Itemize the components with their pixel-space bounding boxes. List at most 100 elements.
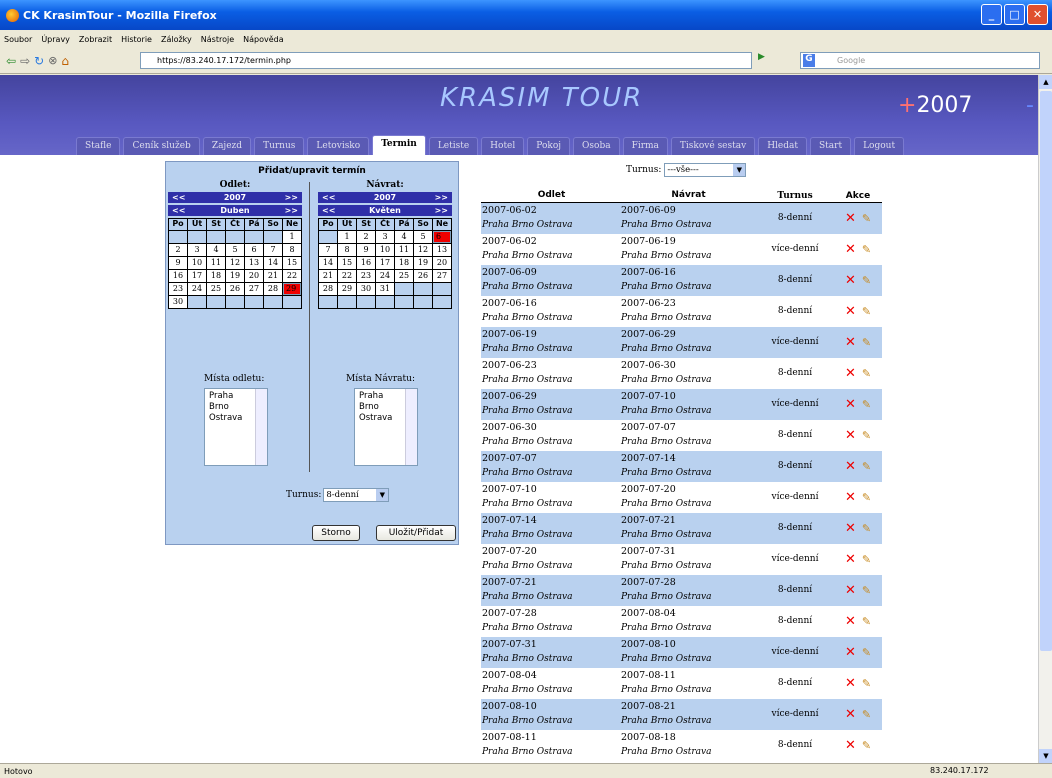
day-cell[interactable]: 8 [338, 244, 356, 256]
tab-7[interactable]: Hotel [481, 137, 525, 155]
day-cell[interactable]: 5 [226, 244, 244, 256]
menu-item-1[interactable]: Úpravy [41, 35, 70, 44]
stop-icon[interactable]: ⊗ [48, 54, 57, 67]
prev-month-button[interactable]: << [322, 206, 335, 215]
tab-9[interactable]: Osoba [573, 137, 620, 155]
day-cell[interactable]: 24 [188, 283, 206, 295]
delete-icon[interactable]: ✕ [845, 242, 856, 257]
day-cell[interactable]: 7 [319, 244, 337, 256]
day-cell[interactable]: 23 [169, 283, 187, 295]
day-cell[interactable]: 20 [245, 270, 263, 282]
next-month-button[interactable]: >> [435, 206, 448, 215]
maximize-button[interactable]: □ [1004, 4, 1025, 25]
home-icon[interactable]: ⌂ [61, 54, 69, 68]
menu-item-3[interactable]: Historie [121, 35, 152, 44]
edit-icon[interactable]: ✎ [862, 708, 871, 721]
delete-icon[interactable]: ✕ [845, 614, 856, 629]
edit-icon[interactable]: ✎ [862, 522, 871, 535]
tab-8[interactable]: Pokoj [527, 137, 571, 155]
menu-item-4[interactable]: Záložky [161, 35, 192, 44]
day-cell[interactable]: 7 [264, 244, 282, 256]
day-cell[interactable]: 28 [264, 283, 282, 295]
day-cell[interactable]: 24 [376, 270, 394, 282]
day-cell[interactable]: 18 [207, 270, 225, 282]
delete-icon[interactable]: ✕ [845, 335, 856, 350]
edit-icon[interactable]: ✎ [862, 305, 871, 318]
day-cell[interactable]: 17 [188, 270, 206, 282]
search-input[interactable]: G Google [800, 52, 1040, 69]
day-cell[interactable]: 5 [414, 231, 432, 243]
day-cell[interactable]: 14 [319, 257, 337, 269]
next-year-button[interactable]: >> [285, 193, 298, 202]
day-cell[interactable]: 8 [283, 244, 301, 256]
day-cell[interactable]: 25 [395, 270, 413, 282]
day-cell[interactable]: 1 [283, 231, 301, 243]
day-cell[interactable]: 17 [376, 257, 394, 269]
delete-icon[interactable]: ✕ [845, 738, 856, 753]
list-scrollbar[interactable] [405, 389, 417, 465]
delete-icon[interactable]: ✕ [845, 211, 856, 226]
day-cell[interactable]: 26 [226, 283, 244, 295]
edit-icon[interactable]: ✎ [862, 553, 871, 566]
day-cell[interactable]: 29 [338, 283, 356, 295]
day-cell[interactable]: 28 [319, 283, 337, 295]
edit-icon[interactable]: ✎ [862, 615, 871, 628]
day-cell[interactable]: 2 [357, 231, 375, 243]
edit-icon[interactable]: ✎ [862, 677, 871, 690]
day-cell[interactable]: 19 [414, 257, 432, 269]
tab-3[interactable]: Turnus [254, 137, 305, 155]
day-cell[interactable]: 19 [226, 270, 244, 282]
day-cell[interactable]: 10 [188, 257, 206, 269]
day-cell[interactable]: 2 [169, 244, 187, 256]
prev-year-button[interactable]: << [172, 193, 185, 202]
day-cell[interactable]: 16 [357, 257, 375, 269]
delete-icon[interactable]: ✕ [845, 490, 856, 505]
day-cell[interactable]: 15 [283, 257, 301, 269]
tab-0[interactable]: Stafle [76, 137, 121, 155]
day-cell[interactable]: 21 [319, 270, 337, 282]
tab-5[interactable]: Termin [372, 135, 426, 155]
delete-icon[interactable]: ✕ [845, 521, 856, 536]
tab-4[interactable]: Letovisko [307, 137, 370, 155]
tab-1[interactable]: Ceník služeb [123, 137, 200, 155]
tab-10[interactable]: Firma [622, 137, 668, 155]
day-cell[interactable]: 3 [376, 231, 394, 243]
edit-icon[interactable]: ✎ [862, 367, 871, 380]
day-cell[interactable]: 6 [433, 231, 451, 243]
day-cell[interactable]: 30 [357, 283, 375, 295]
prev-year-button[interactable]: << [322, 193, 335, 202]
filter-select[interactable]: ---vše--- ▼ [664, 163, 747, 177]
delete-icon[interactable]: ✕ [845, 366, 856, 381]
delete-icon[interactable]: ✕ [845, 707, 856, 722]
save-button[interactable]: Uložit/Přidat [376, 525, 456, 541]
next-year-button[interactable]: >> [435, 193, 448, 202]
page-scrollbar[interactable]: ▲ ▼ [1038, 75, 1052, 763]
mista-navratu-list[interactable]: Praha Brno Ostrava [354, 388, 418, 466]
scroll-up-icon[interactable]: ▲ [1039, 75, 1052, 89]
menu-item-6[interactable]: Nápověda [243, 35, 284, 44]
day-cell[interactable]: 30 [169, 296, 187, 308]
day-cell[interactable]: 31 [376, 283, 394, 295]
mista-odletu-list[interactable]: Praha Brno Ostrava [204, 388, 268, 466]
close-button[interactable]: ✕ [1027, 4, 1048, 25]
tab-6[interactable]: Letiste [428, 137, 479, 155]
day-cell[interactable]: 21 [264, 270, 282, 282]
edit-icon[interactable]: ✎ [862, 460, 871, 473]
delete-icon[interactable]: ✕ [845, 645, 856, 660]
reload-icon[interactable]: ↻ [34, 54, 44, 68]
day-cell[interactable]: 14 [264, 257, 282, 269]
tab-12[interactable]: Hledat [758, 137, 807, 155]
tab-13[interactable]: Start [810, 137, 852, 155]
cancel-button[interactable]: Storno [312, 525, 360, 541]
day-cell[interactable]: 20 [433, 257, 451, 269]
delete-icon[interactable]: ✕ [845, 552, 856, 567]
tab-2[interactable]: Zajezd [202, 137, 252, 155]
day-cell[interactable]: 22 [338, 270, 356, 282]
edit-icon[interactable]: ✎ [862, 429, 871, 442]
menu-item-2[interactable]: Zobrazit [79, 35, 112, 44]
edit-icon[interactable]: ✎ [862, 584, 871, 597]
delete-icon[interactable]: ✕ [845, 273, 856, 288]
edit-icon[interactable]: ✎ [862, 739, 871, 752]
day-cell[interactable]: 1 [338, 231, 356, 243]
delete-icon[interactable]: ✕ [845, 583, 856, 598]
